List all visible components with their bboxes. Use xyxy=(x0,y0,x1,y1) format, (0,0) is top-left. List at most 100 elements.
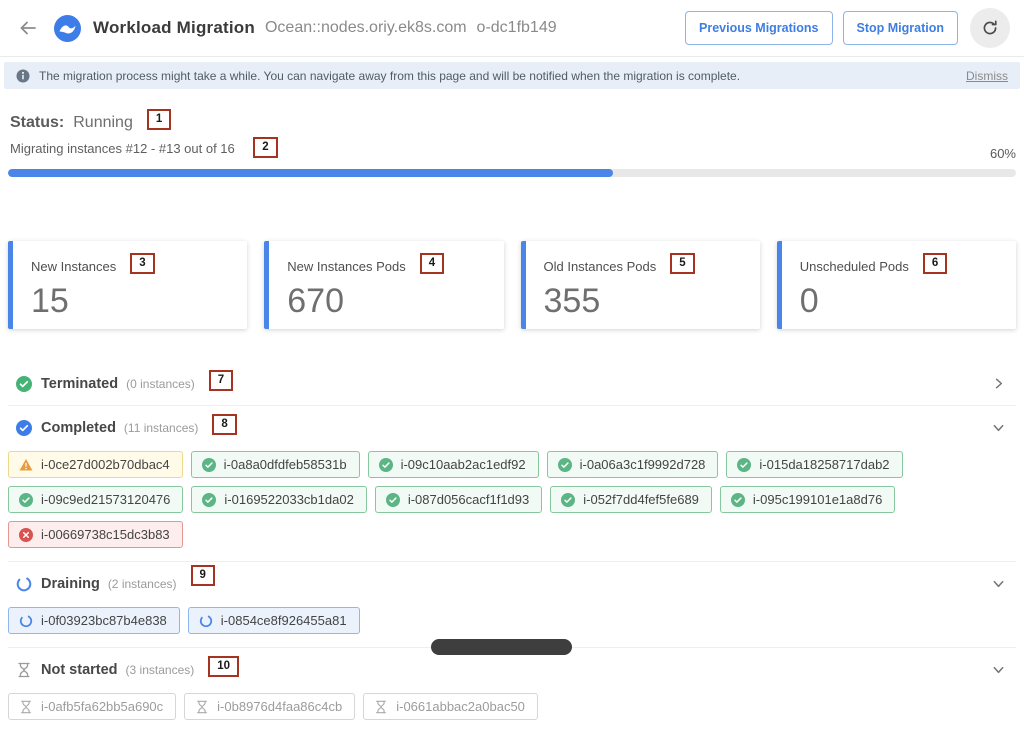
section-label: Completed xyxy=(41,420,116,436)
card-annotation: 6 xyxy=(923,253,947,274)
section-label: Not started xyxy=(41,662,118,678)
instance-chip[interactable]: i-0169522033cb1da02 xyxy=(191,486,366,513)
status-label: Status: xyxy=(10,114,64,132)
hourglass-icon xyxy=(19,700,33,714)
card-label: Old Instances Pods xyxy=(544,259,657,274)
card-label: New Instances Pods xyxy=(287,259,406,274)
info-banner: The migration process might take a while… xyxy=(4,62,1020,89)
section-draining-header[interactable]: Draining (2 instances) 9 xyxy=(8,562,1016,605)
back-arrow-icon[interactable] xyxy=(18,18,38,38)
warning-triangle-icon xyxy=(19,458,33,472)
summary-card: New Instances Pods 4 670 xyxy=(264,241,503,329)
instance-chip[interactable]: i-015da18258717dab2 xyxy=(726,451,902,478)
check-circle-blue-icon xyxy=(16,420,32,436)
progress-percent: 60% xyxy=(990,146,1016,161)
hourglass-icon xyxy=(195,700,209,714)
instance-id: i-0a06a3c1f9992d728 xyxy=(580,457,706,472)
instance-id: i-0169522033cb1da02 xyxy=(224,492,353,507)
instance-chip[interactable]: i-087d056cacf1f1d93 xyxy=(375,486,542,513)
progress-bar xyxy=(8,169,1016,177)
instance-id: i-0b8976d4faa86c4cb xyxy=(217,699,342,714)
check-circle-icon xyxy=(558,458,572,472)
check-circle-icon xyxy=(731,493,745,507)
instance-chip[interactable]: i-0854ce8f926455a81 xyxy=(188,607,360,634)
info-icon xyxy=(16,69,30,83)
section-count: (2 instances) xyxy=(108,577,177,591)
instance-chip[interactable]: i-09c9ed21573120476 xyxy=(8,486,183,513)
card-value: 0 xyxy=(800,282,998,321)
hourglass-icon xyxy=(374,700,388,714)
summary-card: Unscheduled Pods 6 0 xyxy=(777,241,1016,329)
annotation-9: 9 xyxy=(191,565,215,586)
section-label: Terminated xyxy=(41,376,118,392)
instance-id: i-015da18258717dab2 xyxy=(759,457,889,472)
ocean-id: o-dc1fb149 xyxy=(477,19,557,37)
section-count: (0 instances) xyxy=(126,377,195,391)
chevron-down-icon[interactable] xyxy=(991,576,1006,591)
chevron-right-icon[interactable] xyxy=(991,376,1006,391)
instance-chip[interactable]: i-095c199101e1a8d76 xyxy=(720,486,895,513)
check-circle-green-icon xyxy=(16,376,32,392)
bottom-overlay-fragment xyxy=(431,639,572,655)
annotation-2: 2 xyxy=(253,137,277,158)
progress-text: Migrating instances #12 - #13 out of 16 xyxy=(10,141,235,156)
instance-id: i-0f03923bc87b4e838 xyxy=(41,613,167,628)
card-label: Unscheduled Pods xyxy=(800,259,909,274)
stop-migration-button[interactable]: Stop Migration xyxy=(843,11,959,45)
card-value: 355 xyxy=(544,282,742,321)
not-started-instances: i-0afb5fa62bb5a690c i-0b8976d4faa86c4cb xyxy=(8,691,1016,733)
instance-chip[interactable]: i-0afb5fa62bb5a690c xyxy=(8,693,176,720)
spinner-icon xyxy=(16,576,32,592)
check-circle-icon xyxy=(561,493,575,507)
hourglass-icon xyxy=(16,662,32,678)
refresh-button[interactable] xyxy=(970,8,1010,48)
status-value: Running xyxy=(73,114,133,132)
section-terminated: Terminated (0 instances) 7 xyxy=(8,362,1016,406)
instance-chip[interactable]: i-0a8a0dfdfeb58531b xyxy=(191,451,360,478)
check-circle-icon xyxy=(386,493,400,507)
instance-id: i-095c199101e1a8d76 xyxy=(753,492,882,507)
dismiss-link[interactable]: Dismiss xyxy=(966,69,1008,83)
instance-chip[interactable]: i-00669738c15dc3b83 xyxy=(8,521,183,548)
progress-bar-fill xyxy=(8,169,613,177)
instance-chip[interactable]: i-0f03923bc87b4e838 xyxy=(8,607,180,634)
section-count: (3 instances) xyxy=(126,663,195,677)
instance-chip[interactable]: i-052f7dd4fef5fe689 xyxy=(550,486,712,513)
instance-id: i-0afb5fa62bb5a690c xyxy=(41,699,163,714)
instance-chip[interactable]: i-0a06a3c1f9992d728 xyxy=(547,451,719,478)
instance-chip[interactable]: i-0ce27d002b70dbac4 xyxy=(8,451,183,478)
chevron-down-icon[interactable] xyxy=(991,420,1006,435)
page-title: Workload Migration xyxy=(93,18,255,38)
instance-id: i-09c10aab2ac1edf92 xyxy=(401,457,526,472)
check-circle-icon xyxy=(379,458,393,472)
page-header: Workload Migration Ocean::nodes.oriy.ek8… xyxy=(0,0,1024,57)
summary-cards: New Instances 3 15 New Instances Pods 4 … xyxy=(8,241,1016,329)
section-draining: Draining (2 instances) 9 i-0f03923bc8 xyxy=(8,562,1016,648)
card-annotation: 3 xyxy=(130,253,154,274)
previous-migrations-button[interactable]: Previous Migrations xyxy=(685,11,832,45)
spinner-icon xyxy=(19,614,33,628)
section-completed-header[interactable]: Completed (11 instances) 8 xyxy=(8,406,1016,449)
instance-id: i-00669738c15dc3b83 xyxy=(41,527,170,542)
section-terminated-header[interactable]: Terminated (0 instances) 7 xyxy=(8,362,1016,405)
status-row: Status: Running 1 xyxy=(8,112,1016,133)
section-count: (11 instances) xyxy=(124,421,198,435)
instance-id: i-0661abbac2a0bac50 xyxy=(396,699,525,714)
instance-id: i-0a8a0dfdfeb58531b xyxy=(224,457,347,472)
card-annotation: 5 xyxy=(670,253,694,274)
ocean-logo-icon xyxy=(54,15,81,42)
section-not-started: Not started (3 instances) 10 i-0afb5f xyxy=(8,648,1016,733)
instance-chip[interactable]: i-09c10aab2ac1edf92 xyxy=(368,451,539,478)
annotation-1: 1 xyxy=(147,109,171,130)
chevron-down-icon[interactable] xyxy=(991,662,1006,677)
check-circle-icon xyxy=(737,458,751,472)
instance-id: i-052f7dd4fef5fe689 xyxy=(583,492,699,507)
instance-chip[interactable]: i-0661abbac2a0bac50 xyxy=(363,693,538,720)
annotation-8: 8 xyxy=(212,414,236,435)
instance-id: i-0854ce8f926455a81 xyxy=(221,613,347,628)
instance-chip[interactable]: i-0b8976d4faa86c4cb xyxy=(184,693,355,720)
check-circle-icon xyxy=(202,458,216,472)
summary-card: Old Instances Pods 5 355 xyxy=(521,241,760,329)
refresh-icon xyxy=(981,19,999,37)
check-circle-icon xyxy=(202,493,216,507)
